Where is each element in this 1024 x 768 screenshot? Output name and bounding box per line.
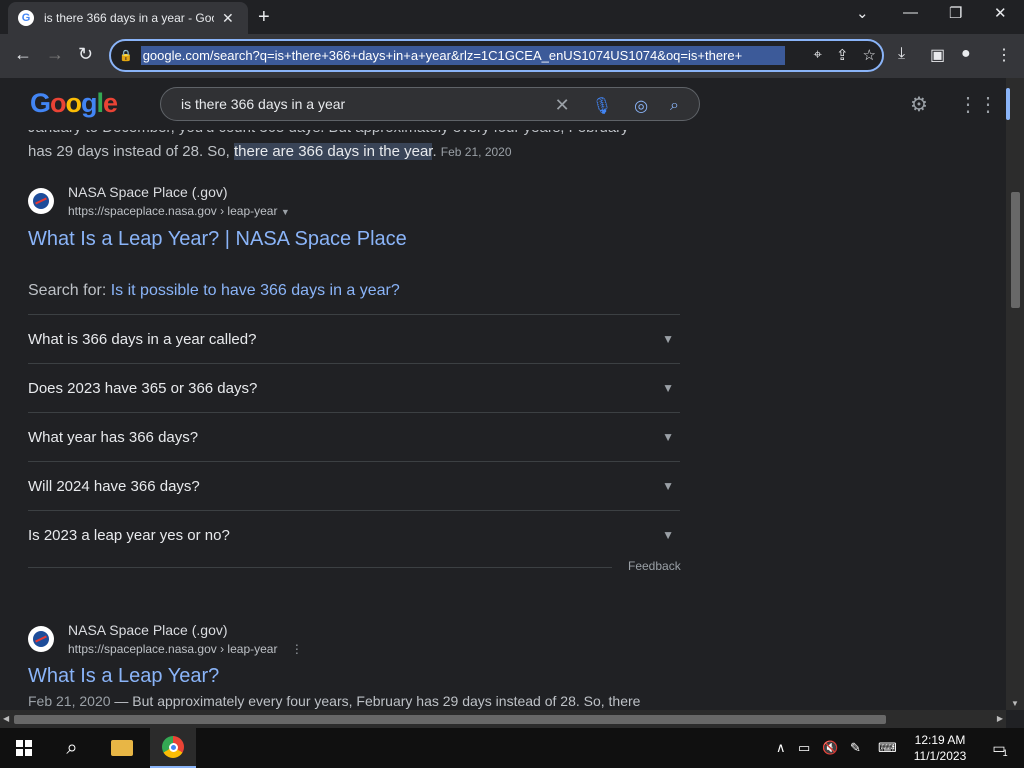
clock-time: 12:19 AM bbox=[914, 733, 966, 747]
bookmark-star-icon[interactable]: ☆ bbox=[863, 46, 876, 64]
google-logo[interactable]: Google bbox=[30, 88, 118, 119]
network-icon[interactable]: ▭ bbox=[798, 740, 810, 756]
result2-snippet: Feb 21, 2020 — But approximately every f… bbox=[28, 693, 640, 709]
voice-search-icon[interactable]: 🎙 bbox=[592, 96, 612, 116]
snippet-text: has 29 days instead of 28. So, bbox=[28, 143, 234, 160]
taskbar-search-icon[interactable]: ⌕ bbox=[50, 728, 94, 768]
paa-question[interactable]: Does 2023 have 365 or 366 days? ▼ bbox=[28, 363, 680, 412]
horizontal-scroll-thumb[interactable] bbox=[14, 715, 886, 724]
people-also-ask: What is 366 days in a year called? ▼ Does… bbox=[28, 314, 680, 559]
reload-icon[interactable]: ↻ bbox=[78, 44, 93, 65]
result1-site-url: https://spaceplace.nasa.gov › leap-year … bbox=[68, 204, 290, 218]
menu-icon[interactable]: ⋮ bbox=[996, 45, 1012, 65]
result2-source[interactable]: NASA Space Place (.gov) https://spacepla… bbox=[28, 622, 303, 656]
scroll-down-icon[interactable]: ▼ bbox=[1011, 699, 1019, 708]
chrome-taskbar-icon[interactable] bbox=[150, 728, 196, 768]
url-dropdown-icon[interactable]: ▼ bbox=[281, 207, 290, 217]
notification-center-icon[interactable]: ▭ 1 bbox=[980, 728, 1020, 768]
result2-snippet-text: — But approximately every four years, Fe… bbox=[110, 693, 641, 709]
windows-start-icon[interactable] bbox=[0, 728, 48, 768]
chevron-down-icon: ▼ bbox=[662, 479, 674, 493]
chevron-down-icon: ▼ bbox=[662, 381, 674, 395]
clock-date: 11/1/2023 bbox=[913, 749, 967, 763]
vertical-scrollbar[interactable]: ▼ bbox=[1006, 78, 1024, 710]
lens-icon[interactable]: ◎ bbox=[634, 96, 648, 116]
window-close-icon[interactable]: ✕ bbox=[994, 4, 1007, 22]
windows-taskbar: ⌕ ∧ ▭ 🔇 ✎ ⌨ 12:19 AM 11/1/2023 ▭ 1 bbox=[0, 728, 1024, 768]
more-options-icon[interactable]: ⋮ bbox=[291, 642, 303, 656]
apps-grid-icon[interactable]: ⋮⋮ bbox=[958, 92, 998, 117]
system-clock[interactable]: 12:19 AM 11/1/2023 bbox=[905, 732, 975, 764]
paa-question[interactable]: What year has 366 days? ▼ bbox=[28, 412, 680, 461]
profile-icon[interactable]: ● bbox=[961, 45, 971, 63]
google-favicon-icon: G bbox=[18, 10, 34, 26]
result1-site-name: NASA Space Place (.gov) bbox=[68, 184, 228, 200]
search-for: Search for: Is it possible to have 366 d… bbox=[28, 282, 400, 300]
feedback-link[interactable]: Feedback bbox=[628, 559, 681, 573]
snippet-date: Feb 21, 2020 bbox=[440, 145, 512, 159]
snippet-highlight: there are 366 days in the year bbox=[233, 143, 433, 160]
browser-toolbar: ← → ↻ 🔒 google.com/search?q=is+there+366… bbox=[0, 34, 1024, 78]
search-box[interactable]: ✕ 🎙 ◎ ⌕ bbox=[160, 87, 700, 121]
scroll-right-icon[interactable]: ▶ bbox=[997, 714, 1003, 723]
location-icon[interactable]: ⌖ bbox=[814, 46, 822, 64]
horizontal-scrollbar[interactable]: ◀ ▶ bbox=[0, 710, 1006, 728]
file-explorer-icon[interactable] bbox=[100, 728, 144, 768]
scroll-left-icon[interactable]: ◀ bbox=[3, 714, 9, 723]
tray-expand-icon[interactable]: ∧ bbox=[776, 740, 786, 756]
new-tab-icon[interactable]: + bbox=[258, 6, 270, 29]
result1-title-link[interactable]: What Is a Leap Year? | NASA Space Place bbox=[28, 228, 407, 251]
side-panel-icon[interactable]: ▣ bbox=[930, 45, 945, 65]
search-results: January to December, you'd count 365 day… bbox=[0, 130, 1006, 710]
paa-question[interactable]: Will 2024 have 366 days? ▼ bbox=[28, 461, 680, 510]
snippet-line1: January to December, you'd count 365 day… bbox=[28, 130, 688, 140]
lock-icon[interactable]: 🔒 bbox=[119, 49, 133, 62]
chevron-down-icon: ▼ bbox=[662, 430, 674, 444]
tab-search-chevron-icon[interactable]: ⌄ bbox=[856, 4, 869, 22]
volume-muted-icon[interactable]: 🔇 bbox=[822, 740, 838, 756]
search-input[interactable] bbox=[181, 96, 521, 112]
snippet-period: . bbox=[432, 143, 437, 160]
nasa-favicon-icon bbox=[28, 626, 54, 652]
address-bar[interactable]: 🔒 google.com/search?q=is+there+366+days+… bbox=[109, 39, 884, 72]
google-header: Google ✕ 🎙 ◎ ⌕ ⚙ ⋮⋮ bbox=[0, 78, 1006, 130]
back-icon[interactable]: ← bbox=[14, 44, 32, 65]
chevron-down-icon: ▼ bbox=[662, 332, 674, 346]
paa-question[interactable]: Is 2023 a leap year yes or no? ▼ bbox=[28, 510, 680, 559]
vertical-scroll-thumb[interactable] bbox=[1011, 192, 1020, 308]
result2-site-url: https://spaceplace.nasa.gov › leap-year … bbox=[68, 642, 303, 656]
minimize-icon[interactable]: — bbox=[903, 4, 918, 21]
nasa-favicon-icon bbox=[28, 188, 54, 214]
chevron-down-icon: ▼ bbox=[662, 528, 674, 542]
divider bbox=[28, 567, 612, 568]
search-for-label: Search for: bbox=[28, 282, 107, 299]
clear-search-icon[interactable]: ✕ bbox=[555, 95, 570, 116]
settings-gear-icon[interactable]: ⚙ bbox=[910, 92, 928, 117]
notification-count: 1 bbox=[1002, 748, 1008, 758]
featured-snippet: January to December, you'd count 365 day… bbox=[28, 130, 688, 164]
share-icon[interactable]: ⇪ bbox=[836, 46, 849, 64]
forward-icon[interactable]: → bbox=[46, 44, 64, 65]
keyboard-icon[interactable]: ⌨ bbox=[878, 740, 897, 756]
tab-strip: G is there 366 days in a year - Goo ✕ + … bbox=[0, 0, 1024, 34]
download-icon[interactable]: ⤓ bbox=[898, 45, 905, 63]
tab-close-icon[interactable]: ✕ bbox=[222, 10, 234, 27]
pen-icon[interactable]: ✎ bbox=[850, 740, 861, 756]
result2-site-name: NASA Space Place (.gov) bbox=[68, 622, 228, 638]
scroll-indicator bbox=[1006, 88, 1010, 120]
search-for-link[interactable]: Is it possible to have 366 days in a yea… bbox=[111, 282, 400, 299]
search-icon[interactable]: ⌕ bbox=[670, 97, 679, 115]
tab-title: is there 366 days in a year - Goo bbox=[44, 11, 214, 25]
paa-question[interactable]: What is 366 days in a year called? ▼ bbox=[28, 314, 680, 363]
restore-icon[interactable]: ❐ bbox=[949, 4, 962, 22]
result2-title-link[interactable]: What Is a Leap Year? bbox=[28, 665, 219, 688]
browser-tab[interactable]: G is there 366 days in a year - Goo ✕ bbox=[8, 2, 248, 34]
result2-snippet-date: Feb 21, 2020 bbox=[28, 693, 111, 709]
url-text[interactable]: google.com/search?q=is+there+366+days+in… bbox=[140, 46, 785, 65]
result1-source[interactable]: NASA Space Place (.gov) https://spacepla… bbox=[28, 184, 290, 218]
